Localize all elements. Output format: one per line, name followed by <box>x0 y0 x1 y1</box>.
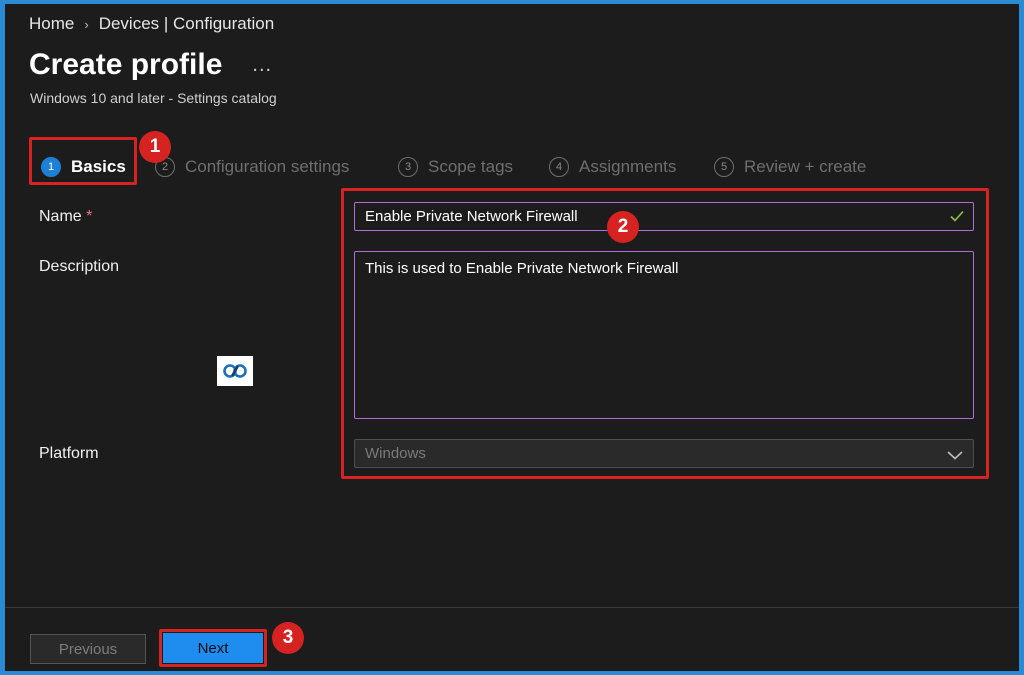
name-field[interactable]: Enable Private Network Firewall <box>354 202 974 231</box>
checkmark-icon <box>949 208 965 228</box>
platform-label: Platform <box>39 445 99 462</box>
title-row: Create profile ... <box>29 48 272 82</box>
step-scope-tags[interactable]: 3 Scope tags <box>398 150 513 184</box>
create-profile-page: Home › Devices | Configuration Create pr… <box>5 4 1019 671</box>
breadcrumb-current-link[interactable]: Devices | Configuration <box>99 14 274 34</box>
breadcrumb: Home › Devices | Configuration <box>29 14 274 34</box>
step-assignments[interactable]: 4 Assignments <box>549 150 676 184</box>
name-label: Name * <box>39 208 92 226</box>
required-asterisk: * <box>86 208 93 225</box>
footer-divider <box>5 607 1019 608</box>
site-logo-icon <box>217 356 253 386</box>
step-review-create[interactable]: 5 Review + create <box>714 150 866 184</box>
description-field-value: This is used to Enable Private Network F… <box>365 260 679 277</box>
step-configuration-settings[interactable]: 2 Configuration settings <box>155 150 349 184</box>
annotation-badge-2: 2 <box>607 211 639 243</box>
annotation-badge-1: 1 <box>139 131 171 163</box>
ellipsis-icon[interactable]: ... <box>252 54 272 77</box>
step-label-scope-tags: Scope tags <box>428 157 514 176</box>
step-number-5: 5 <box>714 157 734 177</box>
previous-button[interactable]: Previous <box>30 634 146 664</box>
step-label-review-create: Review + create <box>744 157 867 176</box>
name-label-text: Name <box>39 208 82 225</box>
description-field[interactable]: This is used to Enable Private Network F… <box>354 251 974 419</box>
wizard-steps: 1 Basics 2 Configuration settings 3 Scop… <box>35 150 935 184</box>
step-number-3: 3 <box>398 157 418 177</box>
platform-select-value: Windows <box>365 445 426 462</box>
annotation-badge-3: 3 <box>272 622 304 654</box>
page-title: Create profile <box>29 48 223 81</box>
annotation-box-basics <box>29 137 137 185</box>
step-label-configuration-settings: Configuration settings <box>185 157 350 176</box>
breadcrumb-home-link[interactable]: Home <box>29 14 74 34</box>
description-label: Description <box>39 258 120 275</box>
step-label-assignments: Assignments <box>579 157 677 176</box>
chevron-down-icon <box>947 448 963 465</box>
platform-select[interactable]: Windows <box>354 439 974 468</box>
chevron-right-icon: › <box>84 16 89 32</box>
step-number-4: 4 <box>549 157 569 177</box>
name-field-value: Enable Private Network Firewall <box>365 208 578 225</box>
next-button[interactable]: Next <box>163 633 263 663</box>
page-subtitle: Windows 10 and later - Settings catalog <box>30 90 277 106</box>
